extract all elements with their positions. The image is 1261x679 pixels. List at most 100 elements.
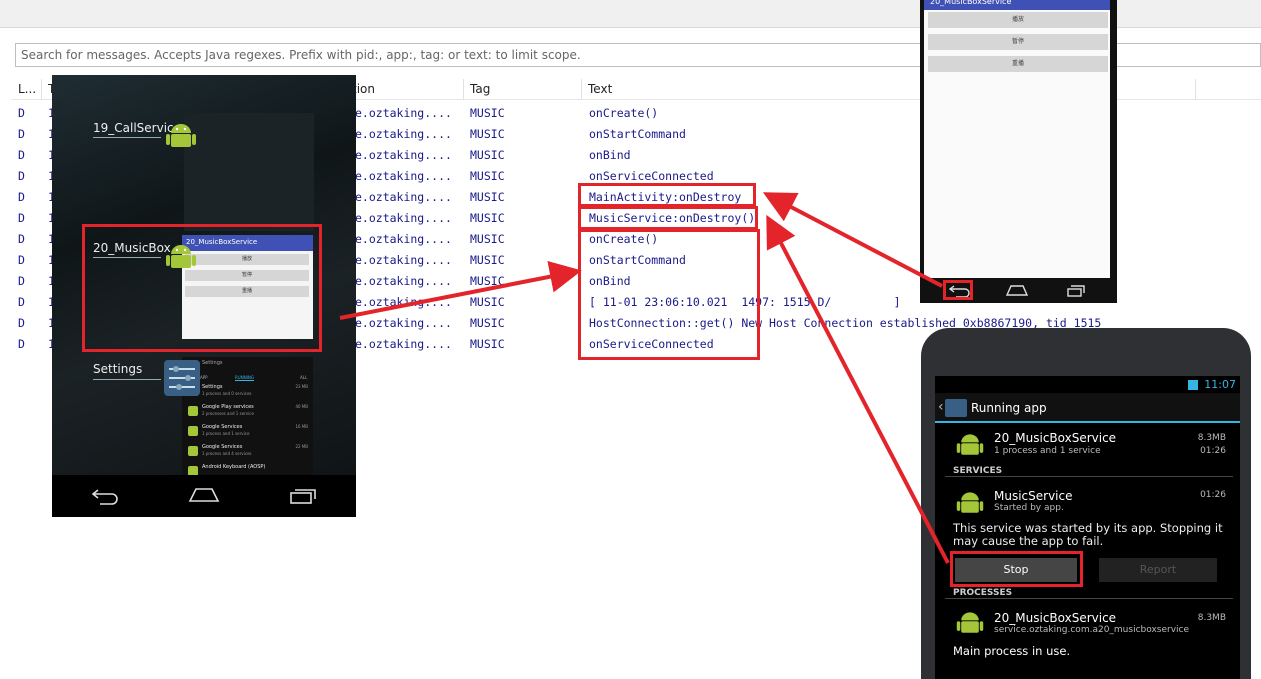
- clock: 11:07: [1204, 378, 1236, 391]
- signal-icon: [1188, 380, 1198, 390]
- cell-app: e.oztaking....: [355, 211, 452, 225]
- cell-level: D: [18, 337, 25, 351]
- divider: [93, 137, 161, 138]
- app-icon: [188, 426, 198, 436]
- divider: [945, 476, 1233, 477]
- android-icon: [956, 434, 984, 455]
- cell-text: onServiceConnected: [589, 169, 714, 183]
- cell-tag: MUSIC: [470, 211, 505, 225]
- services-header: SERVICES: [953, 466, 1003, 476]
- cell-app: e.oztaking....: [355, 127, 452, 141]
- divider: [945, 598, 1233, 599]
- cell-app: e.oztaking....: [355, 169, 452, 183]
- cell-app: e.oztaking....: [355, 253, 452, 267]
- highlight-main-destroy: [578, 183, 756, 207]
- thumb-call-service[interactable]: [184, 113, 314, 231]
- recents-navbar: [52, 475, 356, 517]
- home-icon[interactable]: [188, 487, 220, 503]
- app-name: 20_MusicBoxService: [994, 431, 1117, 445]
- musicbox-screen: 20_MusicBoxService 播放 暂停 重播: [924, 0, 1110, 278]
- process-name: 20_MusicBoxService: [994, 611, 1117, 625]
- cell-level: D: [18, 106, 25, 120]
- cell-tag: MUSIC: [470, 232, 505, 246]
- cell-tag: MUSIC: [470, 106, 505, 120]
- thumb-row-name: Android Keyboard (AOSP): [202, 464, 266, 470]
- play-button[interactable]: 播放: [928, 12, 1108, 28]
- cell-tag: MUSIC: [470, 337, 505, 351]
- service-warning: This service was started by its app. Sto…: [953, 521, 1223, 548]
- thumb-settings-title: Settings: [202, 360, 223, 366]
- cell-text: onCreate(): [589, 106, 659, 120]
- cell-level: D: [18, 169, 25, 183]
- android-icon: [956, 492, 984, 513]
- thumb-tab-running: RUNNING: [235, 375, 254, 381]
- action-bar: ‹ Running app: [935, 393, 1240, 423]
- cell-level: D: [18, 295, 25, 309]
- header-level[interactable]: L...: [12, 79, 42, 100]
- device-running-app: 11:07 ‹ Running app 20_MusicBoxService 1…: [921, 328, 1251, 679]
- thumb-process-row: Google Services 1 process and 4 services 2…: [186, 443, 310, 461]
- header-tag[interactable]: Tag: [464, 79, 582, 100]
- thumb-row-sub: 2 processes and 1 service: [202, 411, 254, 416]
- service-name: MusicService: [994, 489, 1073, 503]
- cell-tag: MUSIC: [470, 127, 505, 141]
- thumb-row-sub: 1 process and 1 service: [202, 431, 250, 436]
- recent-item-settings[interactable]: Settings: [93, 362, 142, 376]
- thumb-process-row: Google Play services 2 processes and 1 se…: [186, 403, 310, 421]
- up-chevron-icon[interactable]: ‹: [938, 399, 944, 415]
- processes-header: PROCESSES: [953, 588, 1013, 598]
- thumb-process-row: Settings 1 process and 0 services 23 MB: [186, 383, 310, 401]
- cell-text: onBind: [589, 148, 631, 162]
- status-bar: 11:07: [935, 376, 1240, 393]
- recent-apps-icon[interactable]: [288, 487, 318, 505]
- thumb-tab-all: ALL: [300, 375, 308, 380]
- cell-level: D: [18, 316, 25, 330]
- cell-app: e.oztaking....: [355, 337, 452, 351]
- thumb-row-size: 16 MB: [295, 424, 308, 429]
- thumb-process-row: Google Services 1 process and 1 service 16…: [186, 423, 310, 441]
- replay-button[interactable]: 重播: [928, 56, 1108, 72]
- recent-apps-icon[interactable]: [1066, 284, 1086, 297]
- highlight-musicbox-thumb: [82, 224, 322, 352]
- app-icon: [188, 406, 198, 416]
- cell-tag: MUSIC: [470, 274, 505, 288]
- divider: [93, 379, 161, 380]
- thumb-row-size: 23 MB: [295, 384, 308, 389]
- report-button[interactable]: Report: [1099, 558, 1217, 582]
- device-musicbox-app: 20_MusicBoxService 播放 暂停 重播: [920, 0, 1117, 303]
- cell-app: e.oztaking....: [355, 316, 452, 330]
- process-size: 8.3MB: [1197, 613, 1226, 623]
- thumb-row-size: 22 MB: [295, 444, 308, 449]
- cell-app: e.oztaking....: [355, 190, 452, 204]
- cell-app: e.oztaking....: [355, 274, 452, 288]
- cell-level: D: [18, 211, 25, 225]
- header-application[interactable]: tion: [346, 79, 464, 100]
- cell-tag: MUSIC: [470, 316, 505, 330]
- cell-tag: MUSIC: [470, 295, 505, 309]
- pause-button[interactable]: 暂停: [928, 34, 1108, 50]
- highlight-restart-logs: [578, 229, 760, 360]
- cell-tag: MUSIC: [470, 190, 505, 204]
- back-icon[interactable]: [90, 487, 120, 505]
- cell-level: D: [18, 274, 25, 288]
- thumb-settings[interactable]: Settings APP RUNNING ALL Settings 1 proce…: [182, 357, 313, 476]
- running-app-screen: 11:07 ‹ Running app 20_MusicBoxService 1…: [935, 376, 1240, 679]
- settings-icon: [945, 399, 967, 417]
- service-time: 01:26: [1200, 490, 1226, 500]
- thumb-row-name: Google Play services: [202, 404, 254, 410]
- cell-level: D: [18, 148, 25, 162]
- app-icon: [188, 446, 198, 456]
- thumb-row-size: 40 MB: [295, 404, 308, 409]
- service-sub: Started by app.: [994, 503, 1064, 513]
- cell-level: D: [18, 253, 25, 267]
- cell-tag: MUSIC: [470, 253, 505, 267]
- cell-tag: MUSIC: [470, 169, 505, 183]
- home-icon[interactable]: [1006, 285, 1028, 296]
- app-size: 8.3MB: [1197, 433, 1226, 443]
- thumb-tab-app: APP: [200, 375, 208, 380]
- process-package: service.oztaking.com.a20_musicboxservice: [994, 625, 1190, 635]
- cell-level: D: [18, 232, 25, 246]
- cell-text: onStartCommand: [589, 127, 686, 141]
- cell-tag: MUSIC: [470, 148, 505, 162]
- thumb-row-name: Google Services: [202, 424, 243, 430]
